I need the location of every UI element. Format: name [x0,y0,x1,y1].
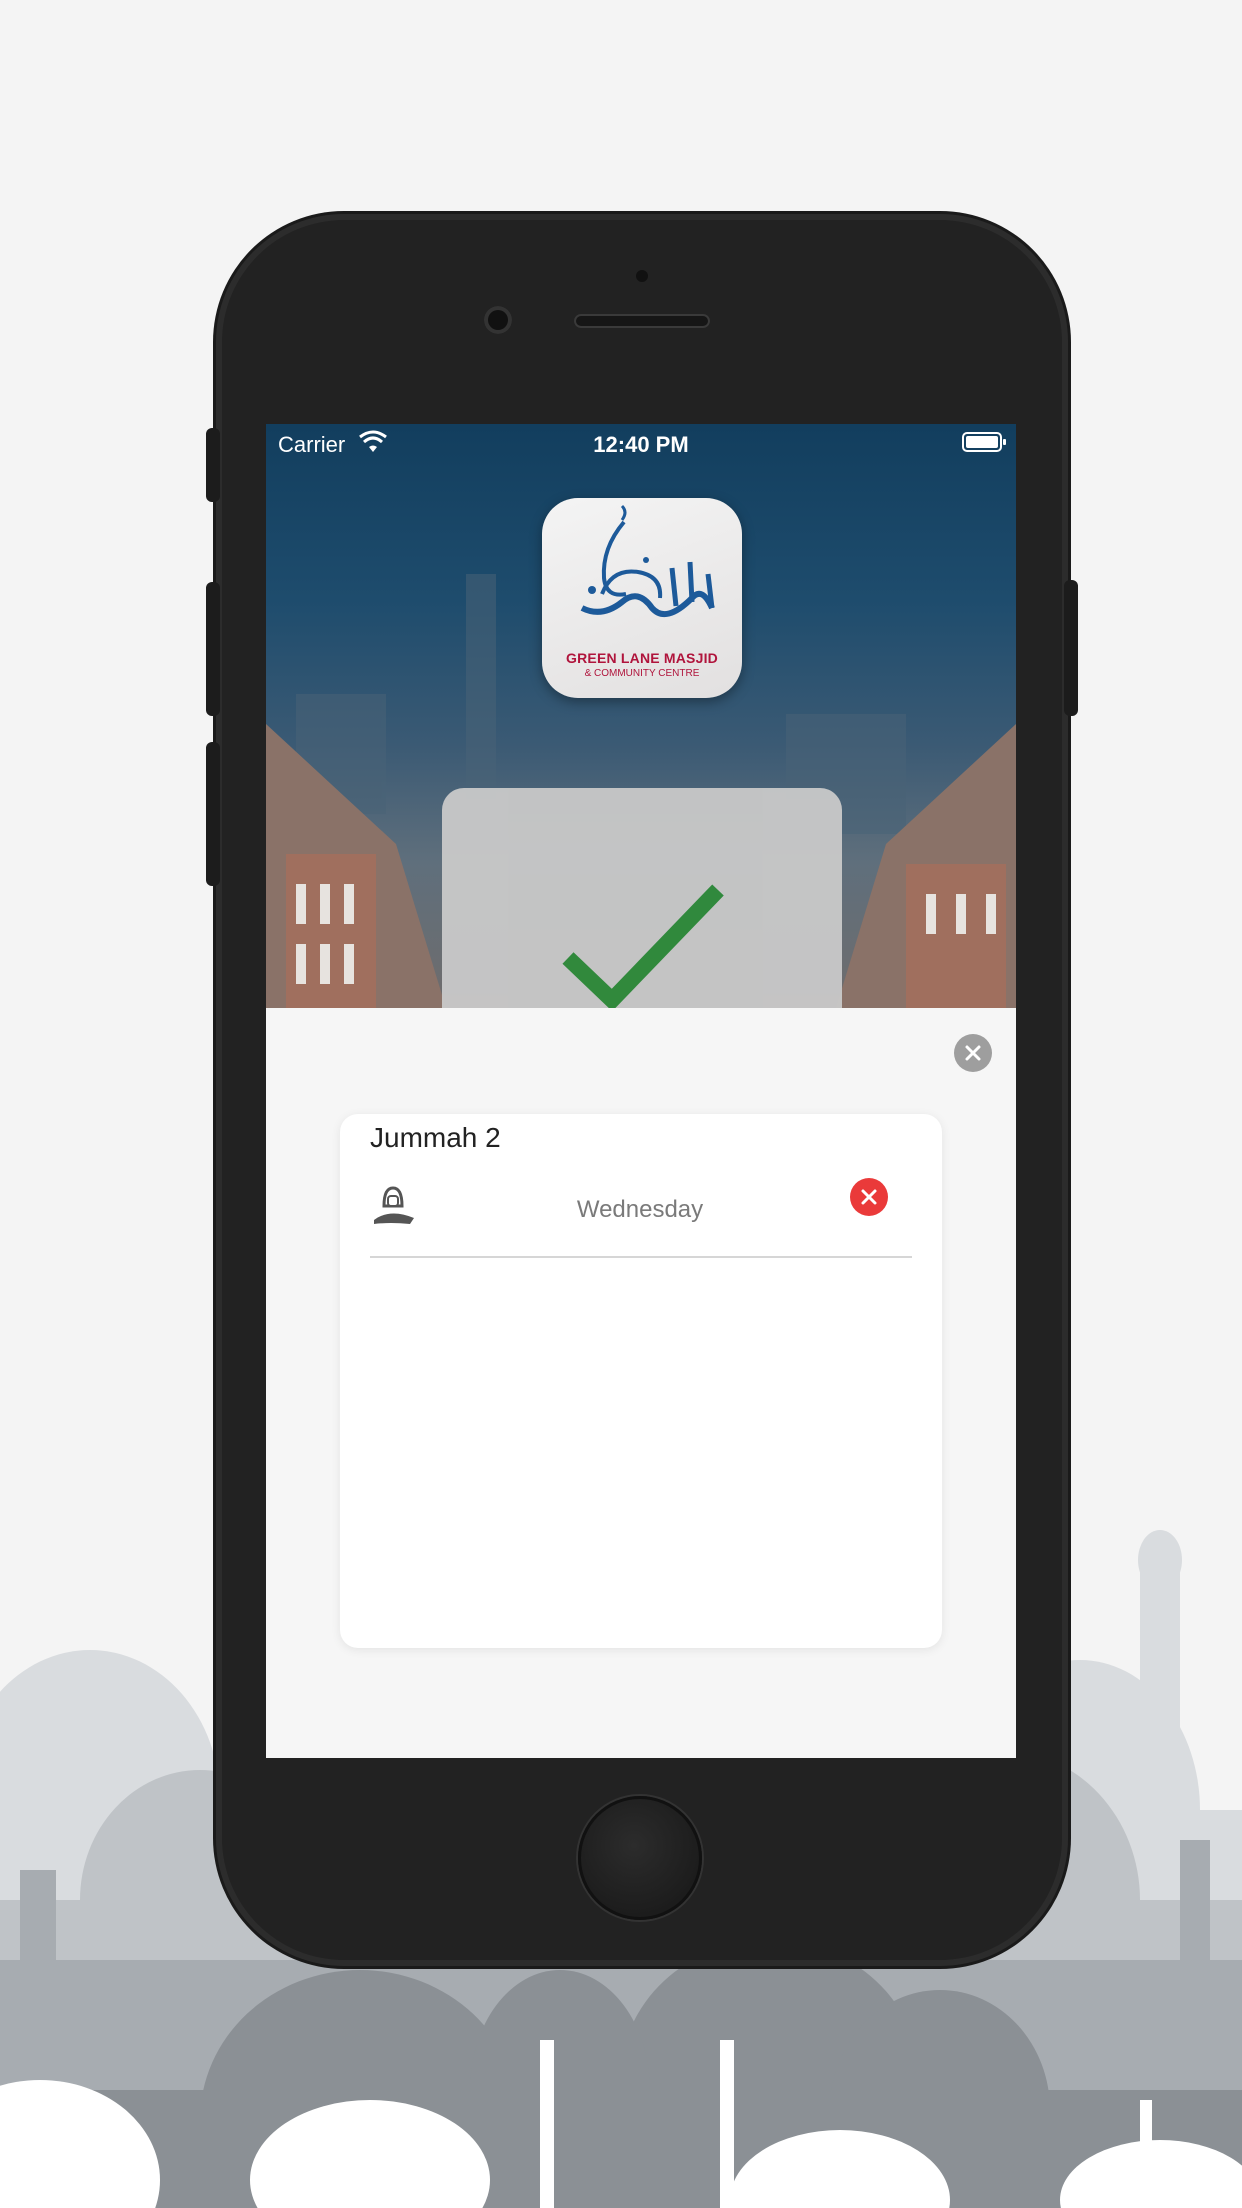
logo-title: GREEN LANE MASJID [566,650,718,666]
remove-icon [861,1189,877,1205]
battery-icon [962,432,1006,452]
checkmark-icon [562,884,724,1008]
power-button [1064,580,1078,716]
close-button[interactable] [954,1034,992,1072]
volume-down-button [206,742,220,886]
person-hijab-icon [374,1186,414,1224]
row-day-label: Wednesday [576,1196,704,1223]
home-button[interactable] [578,1796,702,1920]
list-item: Wednesday [370,1178,912,1258]
hero-banner: Carrier 12:40 PM GREEN LANE MASJID & COM… [266,424,1016,1008]
status-bar: Carrier 12:40 PM [266,424,1016,464]
status-time: 12:40 PM [593,432,689,457]
close-icon [965,1045,981,1061]
arabic-calligraphy-logo [580,504,715,618]
success-card [442,788,842,1008]
mute-switch [206,428,220,502]
card-title: Jummah 2 [370,1122,501,1153]
masjid-logo: GREEN LANE MASJID & COMMUNITY CENTRE [542,498,742,698]
phone-screen: Carrier 12:40 PM GREEN LANE MASJID & COM… [266,424,1016,1758]
jummah-card: Jummah 2 Wednesday [340,1114,942,1648]
earpiece-speaker [574,314,710,328]
logo-subtitle: & COMMUNITY CENTRE [584,668,700,679]
proximity-sensor [636,270,648,282]
front-camera [484,306,512,334]
volume-up-button [206,582,220,716]
remove-button[interactable] [850,1178,888,1216]
